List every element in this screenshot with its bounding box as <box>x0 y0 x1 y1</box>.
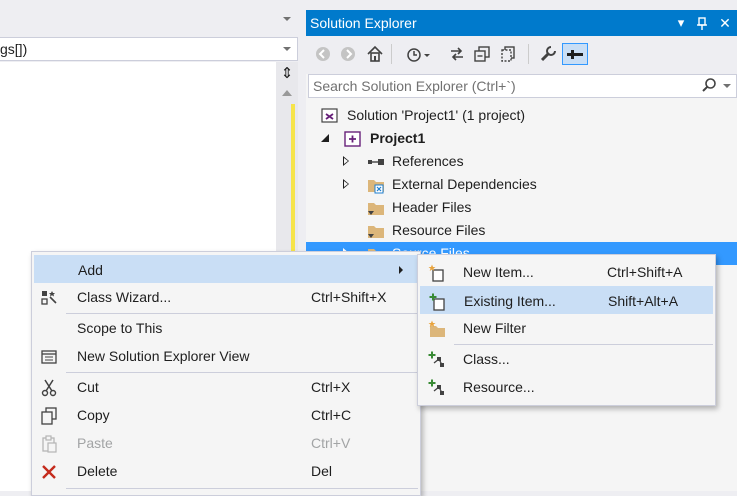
toolbar-separator <box>391 44 392 64</box>
folder-star-icon <box>428 320 445 337</box>
tree-item-header-files[interactable]: Header Files <box>306 196 737 219</box>
menu-item-class[interactable]: Class... <box>420 345 713 373</box>
solution-explorer-search <box>308 74 737 98</box>
menu-item-shortcut: Shift+Alt+A <box>608 293 679 309</box>
split-window-icon[interactable]: ⇕ <box>279 66 295 82</box>
menu-item-label: Cut <box>77 379 99 395</box>
menu-separator <box>66 488 418 489</box>
tree-item-references[interactable]: References <box>306 150 737 173</box>
new-item-icon <box>428 264 444 282</box>
folder-icon <box>368 180 384 194</box>
existing-item-icon <box>429 293 445 311</box>
properties-wrench-icon[interactable] <box>537 43 559 65</box>
solution-explorer-toolbar <box>306 36 737 74</box>
cpp-project-icon <box>344 131 361 147</box>
add-submenu: New Item... Ctrl+Shift+A Existing Item..… <box>417 254 716 406</box>
menu-item-delete[interactable]: Delete Del <box>34 457 418 485</box>
tree-item-project[interactable]: Project1 <box>306 127 737 150</box>
collapse-all-icon[interactable] <box>471 43 493 65</box>
filter-folder-icon <box>368 203 384 215</box>
tree-item-external-dependencies[interactable]: External Dependencies <box>306 173 737 196</box>
menu-item-label: New Item... <box>463 264 534 280</box>
editor-tab-strip <box>0 0 300 36</box>
sync-with-active-document-icon[interactable] <box>446 43 468 65</box>
menu-item-scope-to-this[interactable]: Scope to This <box>34 314 418 342</box>
forward-icon[interactable] <box>337 43 359 65</box>
menu-item-new-solution-explorer-view[interactable]: New Solution Explorer View <box>34 342 418 370</box>
menu-item-shortcut: Ctrl+Shift+A <box>607 264 683 280</box>
panel-title: Solution Explorer <box>310 15 417 31</box>
menu-item-label: Resource... <box>463 379 535 395</box>
menu-item-label: Class... <box>463 351 510 367</box>
menu-item-class-wizard[interactable]: Class Wizard... Ctrl+Shift+X <box>34 283 418 311</box>
chevron-down-icon <box>283 47 291 51</box>
context-menu: Add Class Wizard... Ctrl+Shift+X Scope t… <box>31 251 421 496</box>
preview-selected-items-icon[interactable] <box>562 43 588 65</box>
menu-item-label: Paste <box>77 435 113 451</box>
member-navigation-text: gs[]) <box>0 41 28 57</box>
class-wizard-icon <box>41 291 57 305</box>
delete-x-icon <box>42 465 56 479</box>
tree-item-label: References <box>392 153 464 169</box>
menu-item-paste[interactable]: Paste Ctrl+V <box>34 429 418 457</box>
class-icon <box>428 351 444 367</box>
paste-icon <box>42 435 57 453</box>
tree-item-resource-files[interactable]: Resource Files <box>306 219 737 242</box>
back-icon[interactable] <box>312 43 334 65</box>
member-navigation-dropdown[interactable]: gs[]) <box>0 37 298 61</box>
scroll-up-arrow-icon[interactable] <box>282 90 292 96</box>
menu-item-label: Scope to This <box>77 320 163 336</box>
tree-item-label: Solution 'Project1' (1 project) <box>347 107 526 123</box>
menu-item-label: New Solution Explorer View <box>77 348 250 364</box>
pin-icon[interactable] <box>695 16 709 32</box>
tree-item-label: Resource Files <box>392 222 486 238</box>
expanded-arrow-icon[interactable] <box>321 134 329 142</box>
menu-item-shortcut: Ctrl+V <box>311 435 351 451</box>
menu-item-new-item[interactable]: New Item... Ctrl+Shift+A <box>420 258 713 286</box>
show-all-files-icon[interactable] <box>497 43 519 65</box>
tree-item-label: Project1 <box>370 130 426 146</box>
menu-item-new-filter[interactable]: New Filter <box>420 314 713 342</box>
tree-item-label: Header Files <box>392 199 472 215</box>
menu-item-label: Copy <box>77 407 110 423</box>
menu-item-label: Add <box>78 262 103 278</box>
submenu-arrow-icon <box>399 266 403 274</box>
menu-item-shortcut: Del <box>311 463 333 479</box>
menu-item-shortcut: Ctrl+C <box>311 407 352 423</box>
tree-item-solution[interactable]: Solution 'Project1' (1 project) <box>306 104 737 127</box>
scissors-icon <box>41 379 57 397</box>
tree-item-label: External Dependencies <box>392 176 537 192</box>
menu-item-shortcut: Ctrl+X <box>311 379 351 395</box>
menu-item-label: Existing Item... <box>464 293 556 309</box>
menu-item-existing-item[interactable]: Existing Item... Shift+Alt+A <box>420 286 713 314</box>
dropdown-arrow-icon[interactable] <box>280 13 294 25</box>
filter-folder-icon <box>368 226 384 238</box>
search-input[interactable] <box>309 75 699 97</box>
pending-changes-filter-icon[interactable] <box>404 43 432 65</box>
resource-icon <box>428 379 444 395</box>
menu-item-copy[interactable]: Copy Ctrl+C <box>34 401 418 429</box>
references-icon <box>368 159 384 165</box>
collapsed-arrow-icon[interactable] <box>343 179 349 189</box>
menu-item-cut[interactable]: Cut Ctrl+X <box>34 373 418 401</box>
menu-item-shortcut: Ctrl+Shift+X <box>311 289 387 305</box>
solution-icon <box>321 108 338 123</box>
menu-item-resource[interactable]: Resource... <box>420 373 713 401</box>
search-icon[interactable] <box>701 77 717 95</box>
menu-item-add[interactable]: Add <box>34 255 418 283</box>
search-options-dropdown-icon[interactable] <box>723 84 731 88</box>
window-position-dropdown-icon[interactable]: ▾ <box>674 15 688 31</box>
change-tracking-bar <box>291 104 295 264</box>
new-view-icon <box>41 350 57 364</box>
close-icon[interactable]: ✕ <box>718 15 732 31</box>
menu-item-label: Delete <box>77 463 118 479</box>
collapsed-arrow-icon[interactable] <box>343 156 349 166</box>
menu-item-label: New Filter <box>463 320 527 336</box>
toolbar-separator <box>528 44 529 64</box>
solution-explorer-titlebar: Solution Explorer ▾ ✕ <box>306 10 737 36</box>
menu-item-label: Class Wizard... <box>77 289 172 305</box>
home-icon[interactable] <box>364 43 386 65</box>
copy-icon <box>41 407 57 425</box>
